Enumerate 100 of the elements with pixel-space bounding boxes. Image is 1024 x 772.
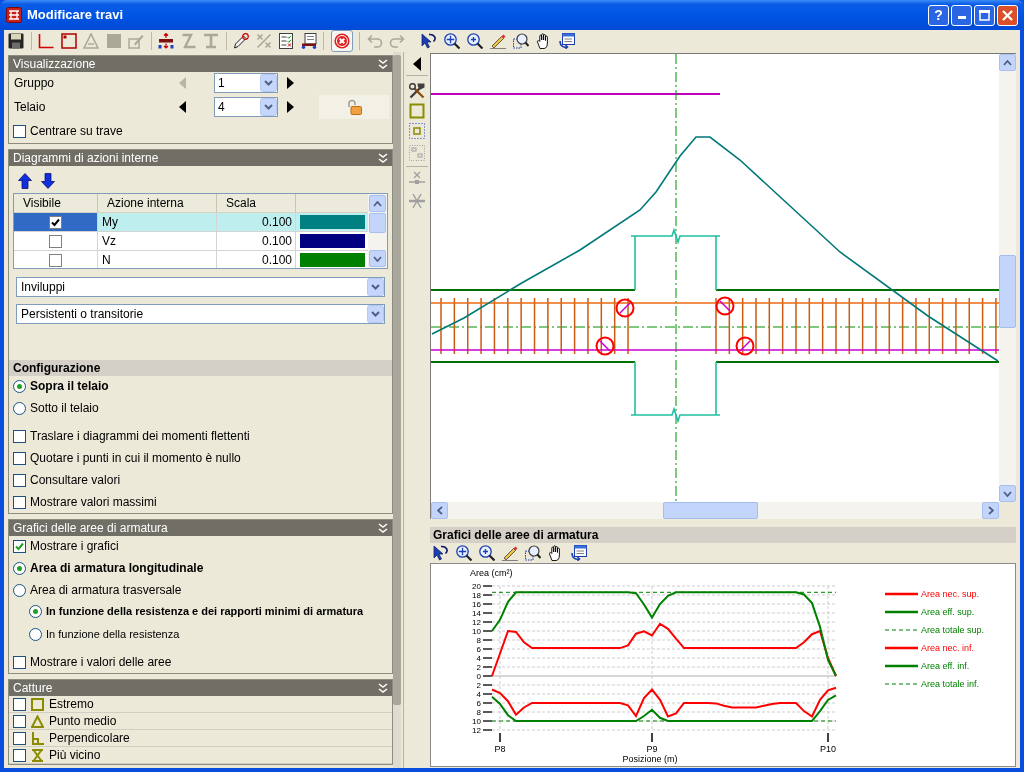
dropdown[interactable]: 1	[214, 73, 278, 93]
checkbox[interactable]	[13, 714, 26, 728]
stirrup	[981, 297, 984, 355]
chevron-down-icon	[367, 305, 384, 323]
scroll-up-button[interactable]	[369, 195, 386, 212]
table-row[interactable]: My 0.100	[14, 213, 368, 232]
beam-icon[interactable]	[158, 33, 174, 49]
double-chevron-icon	[378, 523, 388, 533]
radio-button[interactable]	[13, 583, 26, 597]
checkbox[interactable]	[13, 451, 26, 465]
tools-icon[interactable]	[409, 83, 425, 99]
pointer-icon[interactable]	[433, 545, 449, 561]
scrollbar-thumb[interactable]	[999, 255, 1016, 328]
scroll-up-button[interactable]	[999, 54, 1016, 71]
y-tick-label: 6	[476, 698, 481, 708]
checkbox[interactable]	[49, 234, 62, 248]
checkbox[interactable]	[13, 748, 26, 762]
scrollbar-thumb[interactable]	[369, 213, 386, 233]
arrow-down-icon[interactable]	[41, 173, 55, 189]
radio-button[interactable]	[29, 627, 42, 641]
maximize-button[interactable]	[974, 4, 995, 26]
document-icon[interactable]	[300, 33, 317, 49]
double-chevron-icon	[378, 59, 388, 69]
column-header[interactable]: Scala	[217, 194, 296, 212]
checkbox[interactable]	[13, 429, 26, 443]
section-header[interactable]: Catture	[9, 680, 392, 696]
zoom-extents-icon[interactable]	[456, 545, 472, 561]
section-header[interactable]: Visualizzazione	[9, 56, 392, 72]
checkbox-label: Più vicino	[49, 747, 101, 764]
checkbox[interactable]	[13, 697, 26, 711]
column-header[interactable]: Visibile	[14, 194, 98, 212]
column-header[interactable]: Azione interna	[98, 194, 217, 212]
close-button[interactable]	[997, 4, 1018, 26]
radio-label: Area di armatura longitudinale	[30, 560, 204, 577]
vertical-scrollbar[interactable]	[999, 54, 1016, 502]
zoom-window-icon[interactable]	[525, 545, 541, 561]
vertical-scrollbar[interactable]	[368, 194, 387, 268]
minimize-button[interactable]	[951, 4, 972, 26]
section-title: Diagrammi di azioni interne	[13, 152, 159, 164]
stirrup	[600, 297, 603, 355]
scroll-down-button[interactable]	[369, 250, 386, 267]
checkbox[interactable]	[13, 655, 26, 669]
checkbox[interactable]	[13, 124, 26, 138]
cancel-button[interactable]	[330, 30, 353, 52]
square-icon[interactable]	[60, 33, 77, 49]
triangle-icon	[31, 714, 44, 728]
scroll-right-button[interactable]	[982, 502, 999, 519]
stirrup	[493, 297, 496, 355]
checkbox[interactable]	[13, 539, 26, 553]
field-label: Gruppo	[14, 75, 56, 92]
radio-button[interactable]	[13, 561, 26, 575]
help-button[interactable]: ?	[928, 4, 949, 26]
stirrup	[848, 297, 851, 355]
pencil-icon[interactable]	[233, 33, 249, 49]
pencil-icon[interactable]	[490, 33, 506, 49]
checklist-icon[interactable]	[278, 33, 294, 49]
scroll-left-button[interactable]	[431, 502, 448, 519]
zoom-in-icon[interactable]	[467, 33, 483, 49]
checkbox[interactable]	[49, 215, 62, 229]
arrow-up-icon[interactable]	[18, 173, 32, 189]
previous-arrow-icon[interactable]	[179, 101, 186, 113]
field-label: Telaio	[14, 99, 47, 116]
zoom-window-icon[interactable]	[513, 33, 529, 49]
dropdown[interactable]: 4	[214, 97, 278, 117]
stirrup	[533, 297, 536, 355]
save-icon[interactable]	[8, 33, 24, 49]
next-arrow-icon[interactable]	[287, 77, 294, 89]
zoom-in-icon[interactable]	[479, 545, 495, 561]
radio-button[interactable]	[13, 401, 26, 415]
corner-icon[interactable]	[38, 33, 54, 49]
checkbox[interactable]	[13, 473, 26, 487]
chevron-down-icon	[260, 74, 277, 92]
maximize-icon	[979, 9, 990, 21]
drawing-canvas[interactable]	[431, 54, 999, 502]
checkbox[interactable]	[13, 731, 26, 745]
window-icon[interactable]	[571, 545, 587, 561]
y-tick-label: 4	[476, 689, 481, 699]
radio-button[interactable]	[29, 604, 42, 618]
dropdown[interactable]: Persistenti o transitorie	[16, 304, 385, 324]
checkbox[interactable]	[13, 495, 26, 509]
section-header[interactable]: Grafici delle aree di armatura	[9, 520, 392, 536]
y-tick-label: 6	[476, 644, 481, 654]
table-row[interactable]: Vz 0.100	[14, 232, 368, 251]
scroll-down-button[interactable]	[999, 485, 1016, 502]
horizontal-scrollbar[interactable]	[431, 502, 999, 519]
radio-button[interactable]	[13, 379, 26, 393]
chevron-up-icon	[373, 200, 382, 207]
zoom-extents-icon[interactable]	[444, 33, 460, 49]
pencil-icon[interactable]	[502, 545, 518, 561]
legend-label: Area nec. sup.	[921, 589, 980, 599]
checkbox[interactable]	[49, 253, 62, 267]
checkbox-label: Mostrare i valori delle aree	[30, 654, 172, 671]
section-header[interactable]: Diagrammi di azioni interne	[9, 150, 392, 166]
window-icon[interactable]	[559, 33, 575, 49]
collapse-arrow-icon[interactable]	[412, 56, 422, 72]
dropdown[interactable]: Inviluppi	[16, 277, 385, 297]
pointer-icon[interactable]	[421, 33, 437, 49]
scrollbar-thumb[interactable]	[663, 502, 758, 519]
y-tick-label: 20	[472, 581, 481, 591]
next-arrow-icon[interactable]	[287, 101, 294, 113]
